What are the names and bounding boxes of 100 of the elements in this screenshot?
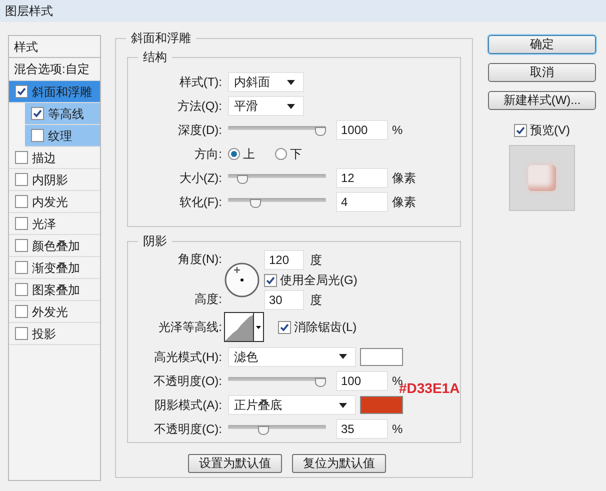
dialog-button[interactable]: 确定: [488, 35, 596, 54]
slider-thumb[interactable]: [236, 175, 248, 184]
checkbox[interactable]: [278, 320, 291, 334]
dropdown-value: 平滑: [234, 98, 258, 115]
checkbox[interactable]: [15, 239, 28, 252]
slider-thumb[interactable]: [315, 378, 326, 387]
dropdown-value: 滤色: [234, 348, 258, 366]
list-header: 样式: [14, 38, 38, 56]
field-label: 不透明度(O):: [152, 373, 222, 390]
checkbox[interactable]: [15, 327, 28, 340]
caret-icon: [339, 354, 347, 359]
dropdown[interactable]: 平滑: [228, 96, 304, 116]
style-label: 等高线: [48, 106, 84, 122]
slider-thumb[interactable]: [258, 426, 270, 435]
input-field[interactable]: 4: [336, 192, 388, 212]
style-label: 图案叠加: [32, 282, 80, 298]
unit-label: %: [392, 421, 403, 438]
dropdown-value: 内斜面: [234, 74, 270, 91]
style-label: 描边: [32, 150, 56, 166]
dropdown[interactable]: 正片叠底: [228, 395, 356, 415]
input-field[interactable]: 100: [336, 371, 388, 391]
style-list-item[interactable]: 投影: [9, 323, 100, 345]
field-label: 方法(Q):: [176, 98, 222, 115]
contour-picker[interactable]: [224, 312, 264, 342]
contour-curve-icon: [225, 313, 253, 341]
style-list-item[interactable]: 图案叠加: [9, 279, 100, 301]
input-field[interactable]: 12: [336, 168, 388, 188]
style-list-item[interactable]: 颜色叠加: [9, 235, 100, 257]
button[interactable]: 复位为默认值: [292, 454, 386, 473]
button[interactable]: 设置为默认值: [188, 454, 282, 473]
color-swatch[interactable]: [360, 396, 403, 414]
checkmark-icon: [17, 87, 26, 96]
style-label: 光泽: [32, 216, 56, 232]
style-list-item[interactable]: 光泽: [9, 213, 100, 235]
style-list-item[interactable]: 内发光: [9, 191, 100, 213]
style-list-item[interactable]: 外发光: [9, 301, 100, 323]
checkmark-icon: [266, 276, 275, 284]
style-list-item[interactable]: 纹理: [25, 125, 100, 147]
field-label: 高度:: [194, 291, 222, 308]
checkbox[interactable]: [15, 261, 28, 274]
caret-icon: [287, 104, 295, 108]
field-label: 高光模式(H):: [153, 348, 222, 366]
style-label: 斜面和浮雕: [32, 84, 92, 100]
caret-icon: [339, 402, 347, 408]
input-field[interactable]: 1000: [336, 120, 388, 140]
dialog-button[interactable]: 取消: [488, 63, 596, 82]
style-label: 内发光: [32, 194, 68, 210]
field-label: 方向:: [194, 146, 222, 163]
checkbox[interactable]: [264, 274, 277, 286]
unit-label: 像素: [392, 170, 416, 187]
dropdown[interactable]: 内斜面: [228, 72, 304, 92]
slider-thumb[interactable]: [250, 199, 261, 208]
style-label: 渐变叠加: [32, 260, 80, 276]
style-list-item[interactable]: 斜面和浮雕: [9, 81, 100, 103]
input-field[interactable]: 35: [336, 419, 388, 439]
style-list-item[interactable]: 等高线: [25, 103, 100, 125]
checkmark-icon: [280, 322, 289, 332]
field-label: 样式(T):: [178, 74, 222, 91]
field-label: 软化(F):: [178, 194, 222, 211]
checkbox[interactable]: [514, 124, 527, 136]
checkmark-icon: [33, 109, 42, 118]
style-label: 外发光: [32, 304, 68, 320]
checkbox[interactable]: [31, 107, 44, 120]
checkbox[interactable]: [15, 217, 28, 230]
checkbox[interactable]: [15, 195, 28, 208]
checkbox[interactable]: [15, 85, 28, 98]
preview-thumbnail: [509, 145, 575, 211]
unit-label: %: [392, 122, 403, 139]
checkbox[interactable]: [15, 305, 28, 318]
radio-button[interactable]: [275, 148, 287, 160]
slider-thumb[interactable]: [315, 127, 326, 136]
field-label: 不透明度(C):: [153, 421, 222, 438]
style-list-item[interactable]: 描边: [9, 147, 100, 169]
unit-label: 度: [310, 252, 322, 269]
checkbox[interactable]: [15, 283, 28, 296]
radio-option[interactable]: 上: [228, 145, 255, 163]
checkbox-option[interactable]: 消除锯齿(L): [278, 318, 357, 336]
color-swatch[interactable]: [360, 348, 403, 366]
checkbox[interactable]: [15, 151, 28, 164]
checkbox-option[interactable]: 使用全局光(G): [264, 271, 358, 289]
dialog-button[interactable]: 新建样式(W)...: [488, 91, 596, 110]
group-title: 阴影: [138, 233, 172, 249]
style-label: 颜色叠加: [32, 238, 80, 254]
field-label: 光泽等高线:: [158, 319, 222, 336]
field-label: 大小(Z):: [178, 170, 222, 187]
style-label: 纹理: [48, 128, 72, 144]
style-list-item[interactable]: 内阴影: [9, 169, 100, 191]
checkbox[interactable]: [31, 129, 44, 142]
style-list-item[interactable]: 渐变叠加: [9, 257, 100, 279]
group-title: 斜面和浮雕: [126, 30, 196, 46]
input-field[interactable]: 30: [264, 290, 304, 310]
checkbox[interactable]: [15, 173, 28, 186]
caret-icon: [287, 80, 295, 84]
dropdown[interactable]: 滤色: [228, 346, 356, 366]
caret-icon: [256, 326, 261, 328]
field-label: 阴影模式(A):: [154, 397, 222, 414]
checkbox-option[interactable]: 预览(V): [514, 121, 570, 139]
input-field[interactable]: 120: [264, 250, 304, 270]
radio-option[interactable]: 下: [275, 145, 302, 163]
radio-button[interactable]: [228, 148, 240, 160]
